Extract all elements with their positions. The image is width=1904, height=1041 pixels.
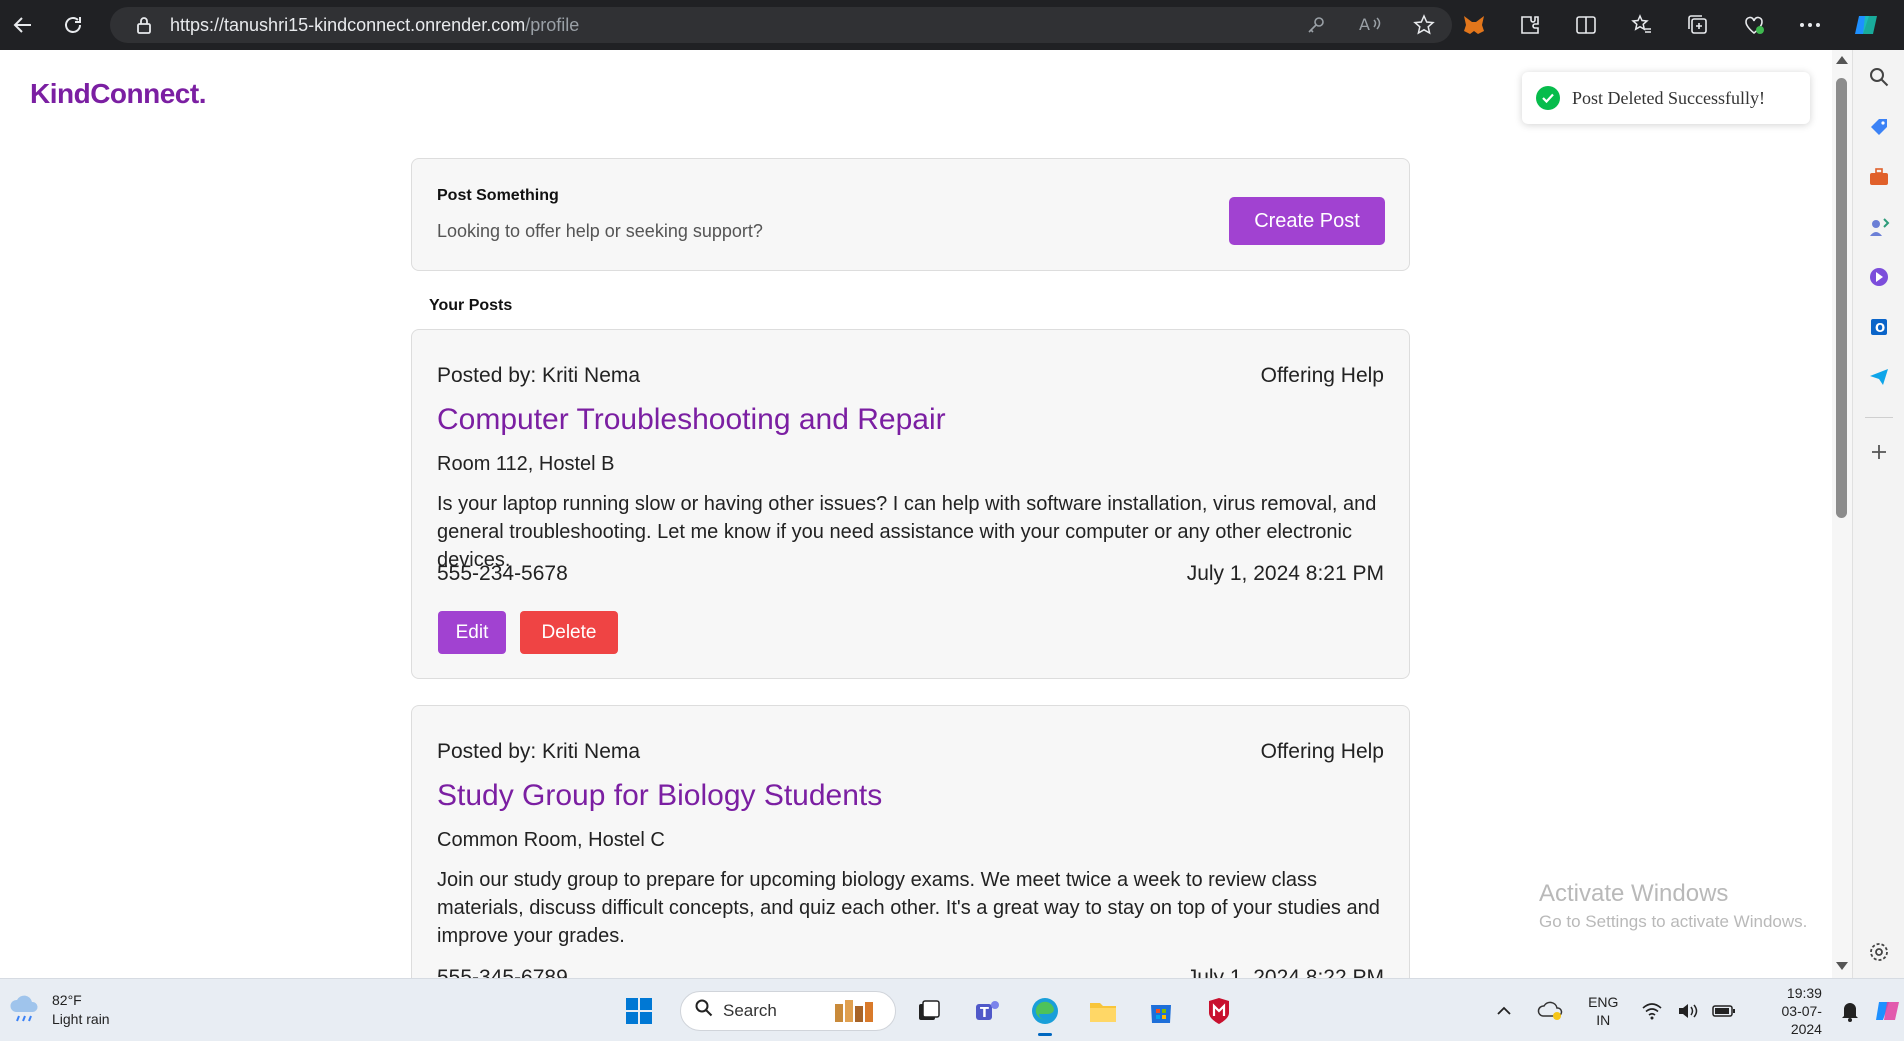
edge-sidebar: O	[1852, 50, 1904, 978]
success-toast[interactable]: Post Deleted Successfully!	[1522, 72, 1810, 124]
search-label: Search	[723, 1000, 777, 1020]
send-icon[interactable]	[1867, 365, 1891, 389]
copilot-taskbar-icon[interactable]	[1872, 994, 1904, 1028]
teams-icon[interactable]: T	[970, 994, 1004, 1028]
tools-icon[interactable]	[1867, 165, 1891, 189]
site-logo[interactable]: KindConnect.	[30, 78, 207, 110]
watermark-title: Activate Windows	[1539, 880, 1729, 907]
clock-date: 03-07-2024	[1781, 1002, 1822, 1037]
microsoft-store-icon[interactable]	[1144, 994, 1178, 1028]
browser-toolbar: https://tanushri15-kindconnect.onrender.…	[0, 0, 1904, 50]
post-title: Study Group for Biology Students	[437, 779, 883, 812]
collections-icon[interactable]	[1684, 11, 1712, 39]
notification-bell-icon[interactable]	[1834, 994, 1866, 1028]
task-view-icon[interactable]	[912, 994, 946, 1028]
scroll-up-arrow-icon[interactable]	[1836, 56, 1848, 64]
sidebar-divider	[1865, 417, 1893, 418]
onedrive-sync-icon[interactable]	[1534, 994, 1566, 1028]
post-category: Offering Help	[1260, 740, 1384, 763]
post-author: Posted by: Kriti Nema	[437, 740, 641, 763]
post-date: July 1, 2024 8:21 PM	[1186, 562, 1384, 585]
lang-code: ENG	[1588, 993, 1619, 1010]
active-indicator	[1038, 1032, 1052, 1036]
post-something-card: Post Something Looking to offer help or …	[411, 158, 1410, 271]
language-indicator[interactable]: ENG IN	[1588, 993, 1618, 1029]
activate-windows-watermark: Activate Windows Go to Settings to activ…	[1539, 880, 1807, 932]
search-icon[interactable]	[1867, 65, 1891, 89]
favorites-icon[interactable]	[1628, 11, 1656, 39]
post-phone: 555-234-5678	[437, 562, 568, 585]
post-category: Offering Help	[1260, 364, 1384, 387]
your-posts-heading: Your Posts	[429, 297, 513, 314]
battery-icon[interactable]	[1708, 994, 1740, 1028]
scroll-thumb[interactable]	[1836, 78, 1847, 518]
games-icon[interactable]	[1867, 215, 1891, 239]
file-explorer-icon[interactable]	[1086, 994, 1120, 1028]
check-circle-icon	[1536, 86, 1560, 110]
arrow-left-icon	[13, 17, 31, 33]
watermark-subtitle: Go to Settings to activate Windows.	[1539, 912, 1808, 931]
chevron-up-icon[interactable]	[1488, 994, 1520, 1028]
page-viewport: KindConnect. Post Deleted Successfully! …	[0, 50, 1832, 978]
metamask-fox-icon[interactable]	[1460, 11, 1488, 39]
post-something-subtitle: Looking to offer help or seeking support…	[437, 221, 763, 241]
post-card: Posted by: Kriti Nema Offering Help Stud…	[411, 705, 1410, 978]
weather-temp: 82°F	[52, 992, 82, 1008]
post-something-title: Post Something	[437, 187, 559, 204]
outlook-icon[interactable]: O	[1867, 315, 1891, 339]
more-options-icon[interactable]	[1796, 11, 1824, 39]
post-phone: 555-345-6789	[437, 966, 568, 978]
toast-message: Post Deleted Successfully!	[1572, 87, 1765, 108]
browser-essentials-icon[interactable]	[1740, 11, 1768, 39]
copilot-icon[interactable]	[1852, 11, 1880, 39]
extensions-icon[interactable]	[1516, 11, 1544, 39]
key-icon[interactable]	[1302, 11, 1330, 39]
add-icon[interactable]	[1867, 440, 1891, 464]
post-description: Join our study group to prepare for upco…	[437, 869, 1380, 947]
page-scrollbar[interactable]	[1832, 50, 1852, 978]
post-author: Posted by: Kriti Nema	[437, 364, 641, 387]
clock[interactable]: 19:39 03-07-2024	[1755, 984, 1822, 1038]
refresh-icon	[65, 17, 81, 33]
settings-gear-icon[interactable]	[1867, 940, 1891, 964]
favorite-star-icon[interactable]	[1410, 11, 1438, 39]
cloud-rain-icon	[8, 992, 42, 1029]
post-title: Computer Troubleshooting and Repair	[437, 403, 946, 436]
lang-region: IN	[1596, 1011, 1611, 1028]
post-date: July 1, 2024 8:22 PM	[1186, 966, 1384, 978]
svg-text:T: T	[980, 1006, 989, 1021]
mcafee-icon[interactable]	[1202, 994, 1236, 1028]
url-text: https://tanushri15-kindconnect.onrender.…	[170, 14, 580, 35]
clock-time: 19:39	[1786, 984, 1822, 1001]
scroll-down-arrow-icon[interactable]	[1836, 962, 1848, 970]
search-icon	[695, 999, 713, 1022]
post-location: Room 112, Hostel B	[437, 453, 615, 475]
read-aloud-icon[interactable]: A	[1356, 11, 1384, 39]
windows-start-icon[interactable]	[622, 994, 656, 1028]
svg-text:A: A	[1359, 15, 1370, 34]
back-button[interactable]	[4, 6, 42, 44]
volume-icon[interactable]	[1672, 994, 1704, 1028]
shopping-tag-icon[interactable]	[1867, 115, 1891, 139]
create-post-button[interactable]: Create Post	[1229, 197, 1385, 245]
post-location: Common Room, Hostel C	[437, 829, 665, 851]
split-screen-icon[interactable]	[1572, 11, 1600, 39]
svg-text:O: O	[1875, 321, 1885, 335]
address-bar[interactable]: https://tanushri15-kindconnect.onrender.…	[110, 7, 1452, 43]
edge-browser-icon[interactable]	[1028, 994, 1062, 1036]
post-card: Posted by: Kriti Nema Offering Help Comp…	[411, 329, 1410, 679]
weather-widget[interactable]: 82°F Light rain	[8, 991, 110, 1029]
system-tray: ENG IN 19:39 03-07-2024	[1488, 979, 1904, 1041]
taskbar-search[interactable]: Search	[680, 990, 896, 1031]
delete-button[interactable]: Delete	[520, 611, 618, 654]
edit-button[interactable]: Edit	[438, 611, 506, 654]
search-highlight-icon	[831, 998, 883, 1031]
weather-desc: Light rain	[52, 1011, 110, 1027]
lock-icon	[132, 13, 156, 37]
windows-taskbar: 82°F Light rain Search T ENG IN 19:39 03…	[0, 978, 1904, 1041]
wifi-icon[interactable]	[1636, 994, 1668, 1028]
refresh-button[interactable]	[54, 6, 92, 44]
copilot-sidebar-icon[interactable]	[1867, 265, 1891, 289]
